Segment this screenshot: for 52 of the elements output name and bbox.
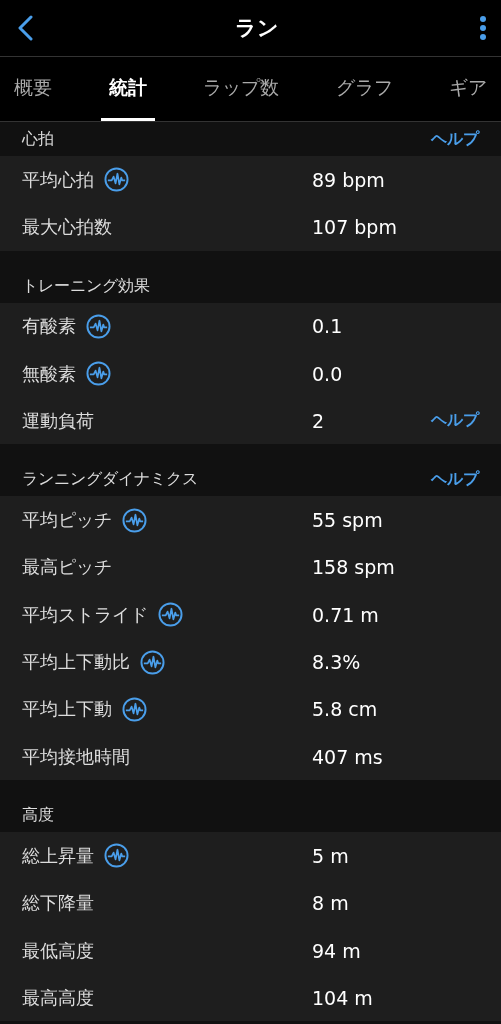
- chart-icon[interactable]: [122, 696, 147, 722]
- help-link[interactable]: ヘルプ: [431, 129, 479, 150]
- section-title: トレーニング効果: [22, 275, 150, 297]
- tab[interactable]: 概要: [14, 57, 60, 121]
- section-title: 高度: [22, 805, 54, 827]
- stat-value: 8 m: [312, 892, 350, 915]
- more-icon[interactable]: [479, 15, 487, 41]
- stat-value: 0.71 m: [312, 603, 380, 626]
- stat-label: 最大心拍数: [22, 214, 112, 239]
- stat-value: 5 m: [312, 844, 350, 867]
- chart-icon[interactable]: [104, 843, 129, 869]
- chart-icon[interactable]: [122, 507, 147, 533]
- stat-value: 2: [312, 409, 326, 432]
- stat-label: 平均ストライド: [22, 602, 148, 627]
- stat-label: 平均ピッチ: [22, 508, 112, 533]
- stat-value: 89 bpm: [312, 168, 386, 191]
- chart-icon[interactable]: [140, 649, 165, 675]
- stat-value: 0.0: [312, 362, 344, 385]
- stat-label: 平均心拍: [22, 167, 94, 192]
- section-title: ランニングダイナミクス: [22, 469, 198, 491]
- tab[interactable]: グラフ: [327, 57, 401, 121]
- stat-label: 平均上下動: [22, 697, 112, 722]
- section-title: 心拍: [22, 129, 54, 150]
- stat-label: 最低高度: [22, 938, 94, 963]
- stat-label: 総下降量: [22, 891, 94, 916]
- stat-label: 無酸素: [22, 361, 76, 386]
- chart-icon[interactable]: [158, 602, 183, 628]
- stat-label: 総上昇量: [22, 843, 94, 868]
- stat-value: 5.8 cm: [312, 698, 379, 721]
- help-link[interactable]: ヘルプ: [431, 469, 479, 491]
- stat-value: 94 m: [312, 939, 362, 962]
- tab[interactable]: ギア: [441, 57, 495, 121]
- help-link[interactable]: ヘルプ: [431, 410, 479, 432]
- stat-value: 158 spm: [312, 556, 396, 579]
- chart-icon[interactable]: [86, 313, 111, 339]
- stat-value: 407 ms: [312, 745, 384, 768]
- stat-label: 平均接地時間: [22, 744, 130, 769]
- stat-value: 104 m: [312, 986, 374, 1009]
- stat-label: 平均上下動比: [22, 650, 130, 674]
- stat-label: 最高高度: [22, 985, 94, 1010]
- stat-value: 0.1: [312, 315, 344, 338]
- stat-label: 最高ピッチ: [22, 555, 112, 580]
- stat-value: 8.3%: [312, 651, 362, 673]
- chart-icon[interactable]: [86, 361, 111, 387]
- chart-icon[interactable]: [104, 167, 129, 193]
- screen-title: ラン: [234, 15, 279, 42]
- stat-value: 55 spm: [312, 509, 384, 532]
- stat-label: 有酸素: [22, 314, 76, 339]
- tab[interactable]: ラップ数: [195, 57, 287, 121]
- stat-value: 107 bpm: [312, 215, 398, 238]
- stat-label: 運動負荷: [22, 408, 94, 433]
- back-icon[interactable]: [16, 15, 34, 41]
